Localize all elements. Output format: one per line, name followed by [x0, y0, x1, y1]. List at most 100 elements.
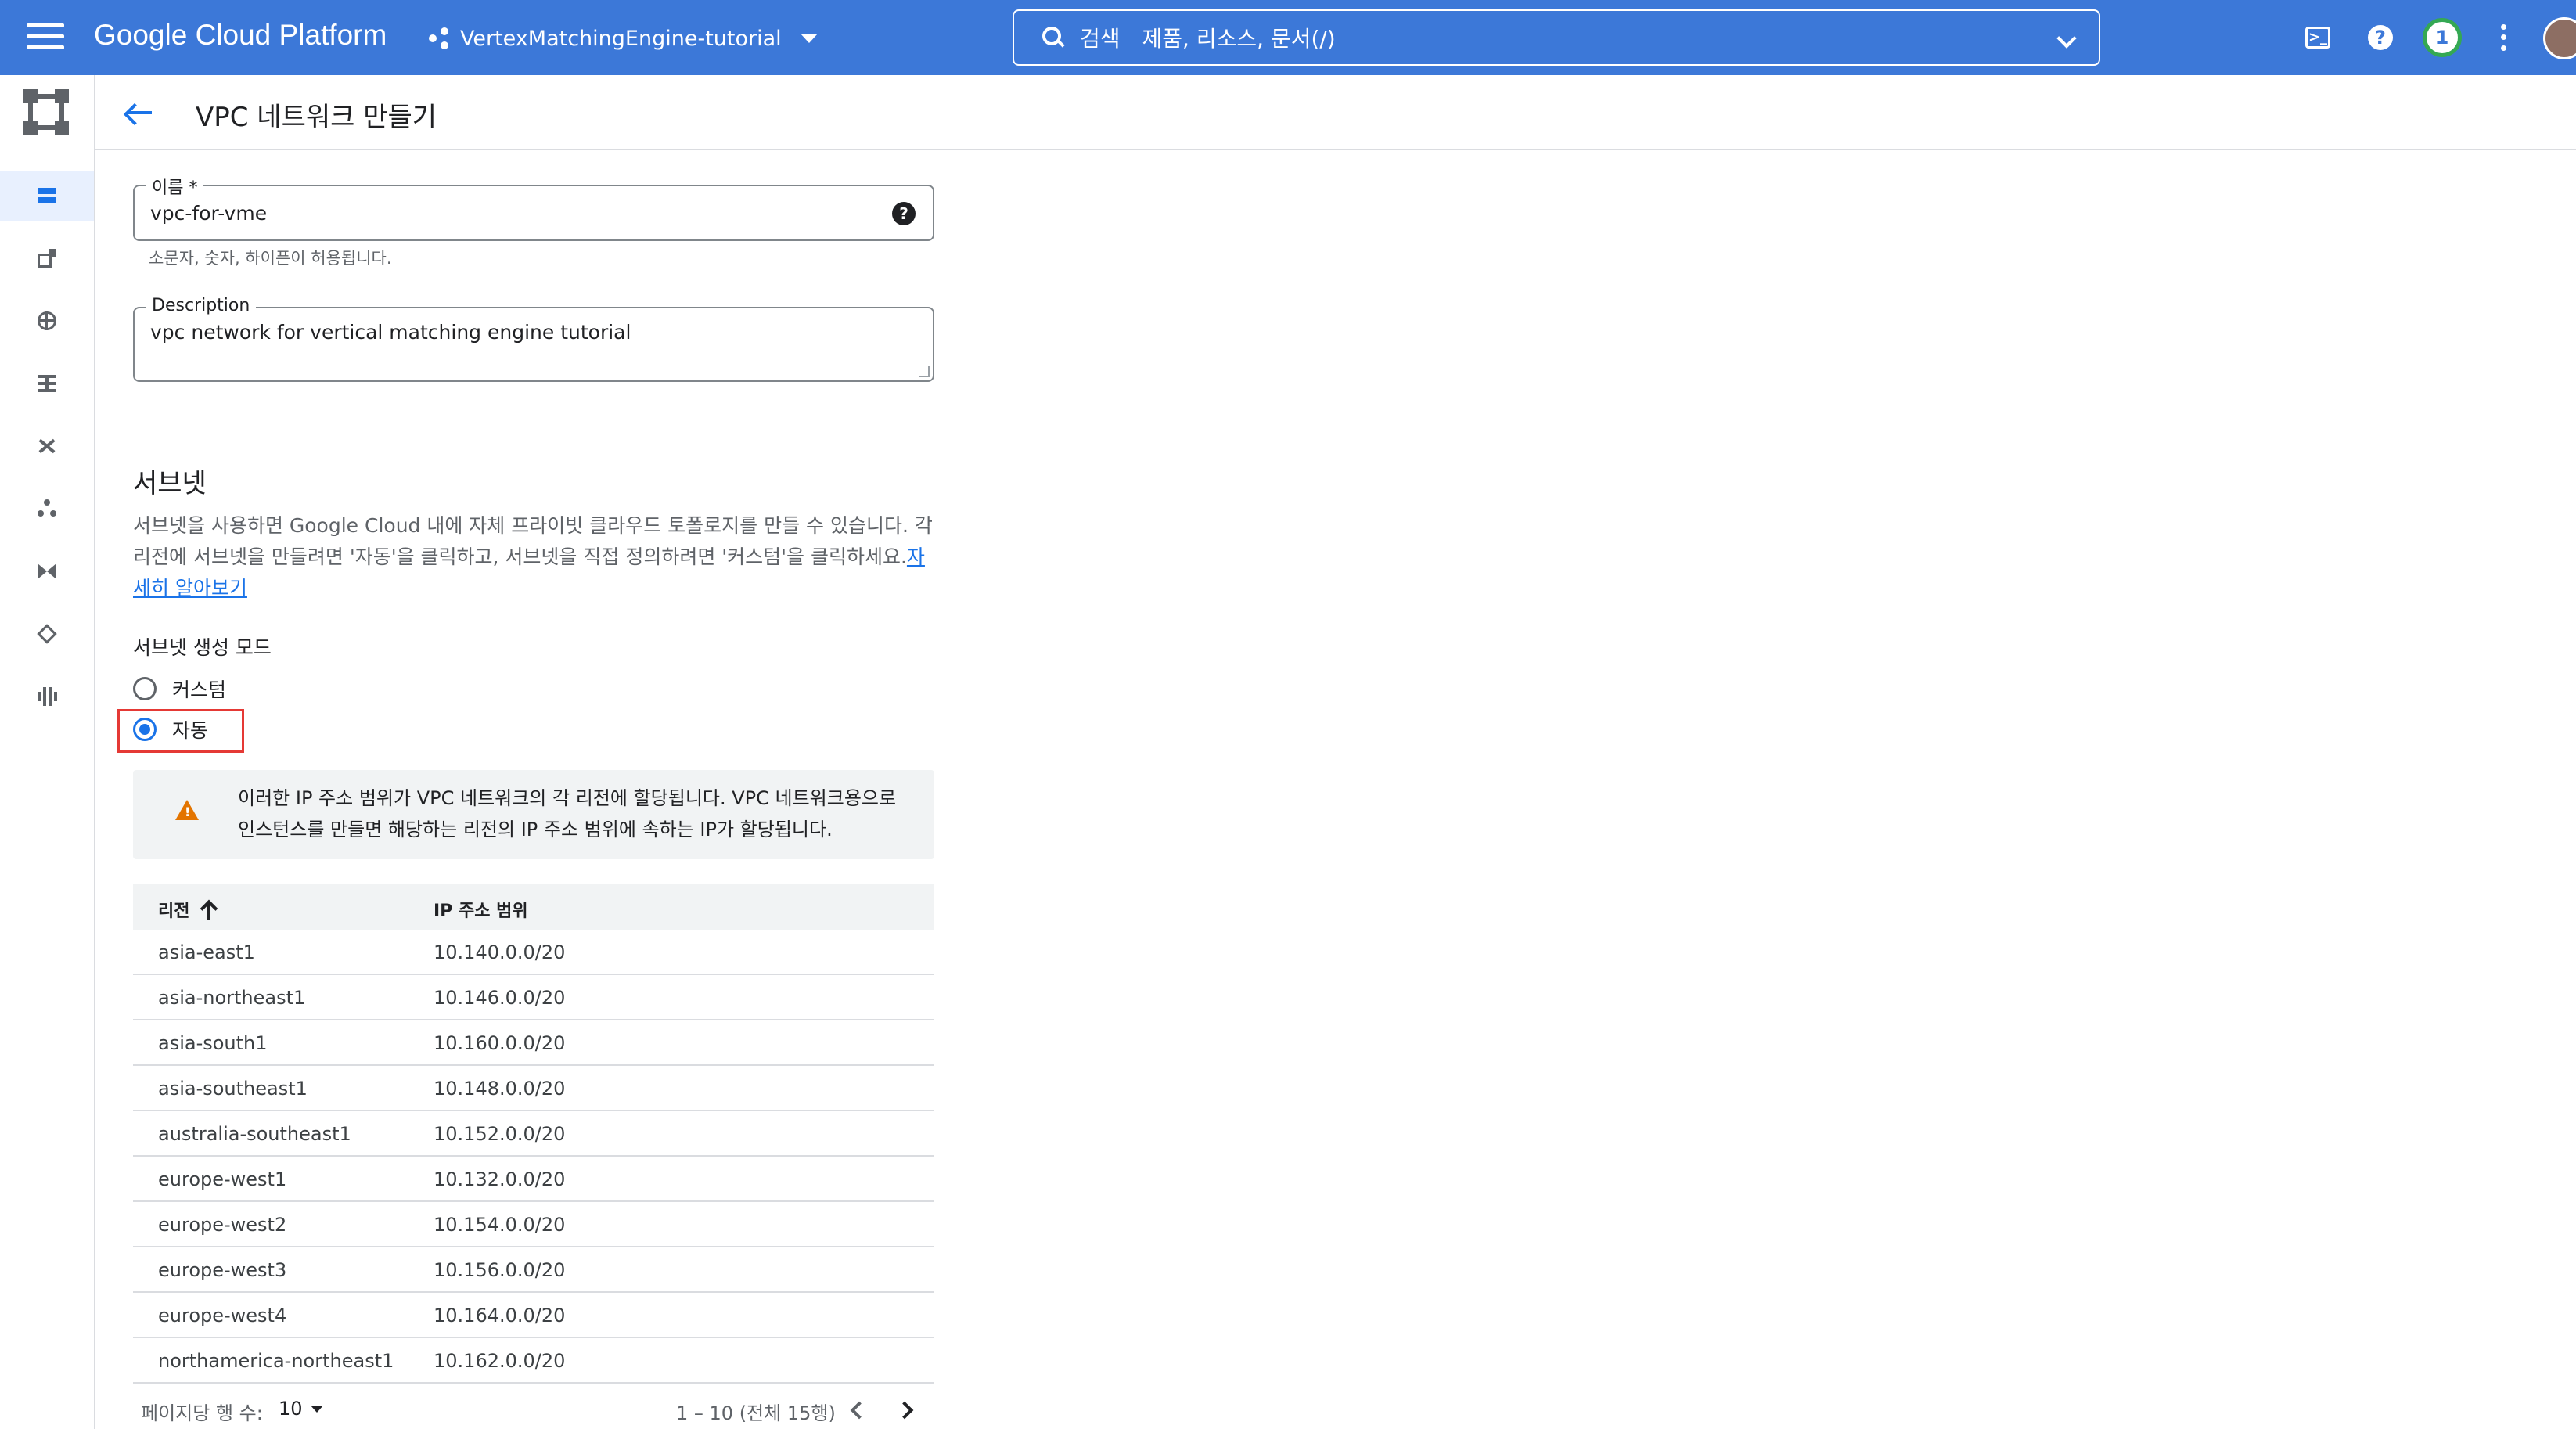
- table-row: europe-west2 10.154.0.0/20: [133, 1202, 934, 1247]
- ip-column-header: IP 주소 범위: [434, 902, 528, 921]
- ip-range-cell: 10.164.0.0/20: [434, 1305, 566, 1326]
- hamburger-menu-icon[interactable]: [27, 23, 64, 52]
- region-cell: europe-west4: [158, 1305, 287, 1326]
- nav-packet-mirroring[interactable]: [0, 671, 94, 722]
- region-cell: asia-south1: [158, 1032, 268, 1054]
- table-row: europe-west3 10.156.0.0/20: [133, 1247, 934, 1293]
- nav-ip-addresses[interactable]: [0, 296, 94, 346]
- ip-range-cell: 10.148.0.0/20: [434, 1078, 566, 1100]
- globe-icon: [36, 310, 58, 332]
- region-cell: europe-west3: [158, 1259, 287, 1281]
- project-selector[interactable]: VertexMatchingEngine-tutorial: [429, 23, 818, 53]
- notification-badge[interactable]: 1: [2423, 18, 2462, 57]
- back-arrow-icon[interactable]: [124, 99, 155, 127]
- highlight-box: [117, 709, 244, 753]
- region-column-header[interactable]: 리전: [158, 897, 218, 922]
- search-bar[interactable]: 검색 제품, 리소스, 문서(/): [1013, 9, 2100, 66]
- resize-handle[interactable]: [919, 366, 930, 377]
- region-cell: asia-southeast1: [158, 1078, 308, 1100]
- left-nav-rail: [0, 75, 95, 1429]
- brand-logo[interactable]: Google Cloud Platform: [94, 19, 387, 52]
- name-input[interactable]: vpc-for-vme: [150, 202, 267, 225]
- warning-icon: [175, 800, 199, 820]
- firewall-icon: [36, 373, 58, 394]
- chevron-down-icon[interactable]: [2056, 28, 2077, 49]
- ip-range-cell: 10.160.0.0/20: [434, 1032, 566, 1054]
- warning-text: 이러한 IP 주소 범위가 VPC 네트워크의 각 리전에 할당됩니다. VPC…: [238, 787, 897, 840]
- subnet-section-title: 서브넷: [133, 468, 207, 499]
- vpc-network-product-icon: [23, 89, 69, 135]
- cloud-shell-icon[interactable]: >_: [2305, 27, 2330, 49]
- ip-range-cell: 10.154.0.0/20: [434, 1214, 566, 1236]
- vpc-networks-icon: [36, 185, 58, 207]
- table-row: europe-west1 10.132.0.0/20: [133, 1157, 934, 1202]
- name-field-label: 이름 *: [146, 174, 204, 199]
- diamond-icon: [36, 623, 58, 645]
- nav-serverless-access[interactable]: [0, 609, 94, 659]
- region-column-label: 리전: [158, 902, 190, 921]
- table-row: asia-east1 10.140.0.0/20: [133, 930, 934, 975]
- sort-arrow-up-icon[interactable]: [200, 899, 218, 920]
- project-dots-icon: [429, 27, 451, 49]
- caret-down-icon: [800, 34, 818, 43]
- nav-external-ip[interactable]: [0, 233, 94, 283]
- waveform-icon: [36, 686, 58, 707]
- radio-custom-label: 커스텀: [172, 679, 227, 701]
- more-vert-icon[interactable]: [2499, 22, 2507, 53]
- region-cell: asia-northeast1: [158, 987, 306, 1009]
- region-cell: asia-east1: [158, 941, 255, 963]
- nav-routes[interactable]: [0, 421, 94, 471]
- help-icon[interactable]: ?: [2368, 25, 2393, 50]
- help-icon[interactable]: ?: [892, 202, 916, 225]
- description-field[interactable]: Description vpc network for vertical mat…: [133, 296, 934, 382]
- rows-per-page-label: 페이지당 행 수:: [141, 1402, 263, 1424]
- chevron-right-icon[interactable]: [895, 1401, 914, 1420]
- project-name: VertexMatchingEngine-tutorial: [460, 26, 782, 51]
- chevron-left-icon[interactable]: [850, 1401, 869, 1420]
- search-input[interactable]: 제품, 리소스, 문서(/): [1142, 22, 1336, 53]
- nav-vpc-networks[interactable]: [0, 171, 94, 221]
- table-row: asia-northeast1 10.146.0.0/20: [133, 975, 934, 1020]
- nav-shared-vpc[interactable]: [0, 546, 94, 596]
- region-cell: europe-west1: [158, 1168, 287, 1190]
- ip-range-cell: 10.146.0.0/20: [434, 987, 566, 1009]
- description-field-label: Description: [146, 296, 257, 315]
- page-range: 1 – 10 (전체 15행): [676, 1402, 836, 1424]
- nav-vpc-peering[interactable]: [0, 484, 94, 534]
- table-body: asia-east1 10.140.0.0/20 asia-northeast1 10…: [133, 930, 934, 1384]
- subnet-description-text: 서브넷을 사용하면 Google Cloud 내에 자체 프라이빗 클라우드 토…: [133, 514, 933, 568]
- page-title: VPC 네트워크 만들기: [196, 102, 437, 133]
- rows-per-page-value: 10: [279, 1398, 303, 1420]
- shuffle-icon: [36, 435, 58, 457]
- region-cell: australia-southeast1: [158, 1123, 351, 1145]
- avatar[interactable]: [2543, 17, 2576, 59]
- ip-range-cell: 10.140.0.0/20: [434, 941, 566, 963]
- ip-range-cell: 10.156.0.0/20: [434, 1259, 566, 1281]
- nav-firewall[interactable]: [0, 358, 94, 409]
- warning-banner: 이러한 IP 주소 범위가 VPC 네트워크의 각 리전에 할당됩니다. VPC…: [133, 770, 934, 859]
- region-cell: northamerica-northeast1: [158, 1350, 394, 1372]
- table-row: australia-southeast1 10.152.0.0/20: [133, 1111, 934, 1157]
- ip-range-cell: 10.152.0.0/20: [434, 1123, 566, 1145]
- subnet-mode-label: 서브넷 생성 모드: [133, 636, 272, 659]
- table-row: asia-south1 10.160.0.0/20: [133, 1020, 934, 1066]
- bowtie-icon: [36, 560, 58, 582]
- table-row: europe-west4 10.164.0.0/20: [133, 1293, 934, 1338]
- table-row: asia-southeast1 10.148.0.0/20: [133, 1066, 934, 1111]
- radio-button[interactable]: [133, 677, 157, 700]
- peering-icon: [36, 498, 58, 520]
- pagination: 페이지당 행 수: 10 1 – 10 (전체 15행): [133, 1391, 934, 1426]
- top-bar: Google Cloud Platform VertexMatchingEngi…: [0, 0, 2576, 75]
- external-ip-icon: [36, 247, 58, 269]
- name-field[interactable]: 이름 * vpc-for-vme ?: [133, 174, 934, 241]
- table-row: northamerica-northeast1 10.162.0.0/20: [133, 1338, 934, 1384]
- description-input[interactable]: vpc network for vertical matching engine…: [150, 321, 631, 344]
- search-label: 검색: [1080, 26, 1121, 52]
- subnet-table: 리전 IP 주소 범위 asia-east1 10.140.0.0/20 asia-…: [133, 884, 934, 1384]
- page-header: VPC 네트워크 만들기: [95, 75, 2576, 150]
- search-icon: [1042, 27, 1064, 49]
- radio-custom[interactable]: 커스텀: [133, 675, 226, 703]
- rows-per-page-select[interactable]: 10: [279, 1398, 323, 1420]
- table-header: 리전 IP 주소 범위: [133, 884, 934, 930]
- name-hint: 소문자, 숫자, 하이픈이 허용됩니다.: [149, 249, 392, 268]
